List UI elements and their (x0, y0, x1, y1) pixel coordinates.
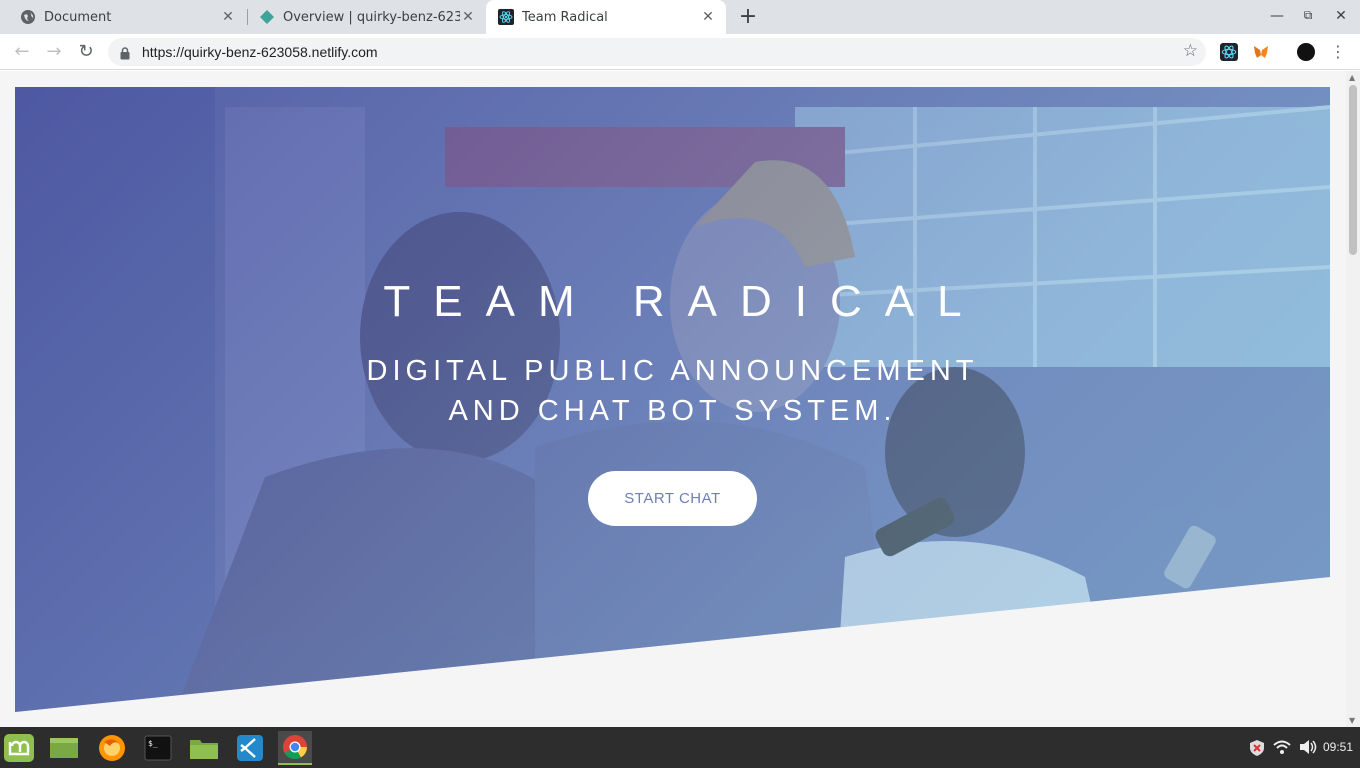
scroll-thumb[interactable] (1349, 85, 1357, 255)
scroll-down-arrow-icon[interactable]: ▼ (1349, 716, 1355, 725)
bookmark-star-icon[interactable]: ☆ (1183, 41, 1198, 61)
close-icon[interactable]: ✕ (460, 9, 476, 25)
hero-subtitle-line: DIGITAL PUBLIC ANNOUNCEMENT (366, 355, 979, 387)
chrome-icon[interactable] (278, 731, 312, 765)
wifi-icon[interactable] (1273, 739, 1291, 759)
firefox-icon[interactable] (95, 731, 129, 765)
hero-subtitle: DIGITAL PUBLIC ANNOUNCEMENT AND CHAT BOT… (15, 351, 1330, 431)
lock-icon (120, 45, 130, 64)
hero-banner: TEAM RADICAL DIGITAL PUBLIC ANNOUNCEMENT… (15, 87, 1330, 712)
tab-document[interactable]: Document ✕ (0, 0, 246, 34)
hero-subtitle-line: AND CHAT BOT SYSTEM. (448, 395, 897, 427)
netlify-icon (259, 9, 275, 25)
tab-team-radical[interactable]: Team Radical ✕ (486, 0, 726, 34)
react-devtools-extension-icon[interactable] (1220, 43, 1238, 61)
scroll-up-arrow-icon[interactable]: ▲ (1349, 73, 1355, 82)
forward-icon[interactable]: → (43, 41, 65, 63)
tab-strip: Document ✕ Overview | quirky-benz-623058… (0, 0, 1360, 34)
volume-icon[interactable] (1299, 739, 1317, 759)
url-text: https://quirky-benz-623058.netlify.com (142, 44, 378, 60)
tab-title: Team Radical (522, 9, 608, 25)
page-viewport: TEAM RADICAL DIGITAL PUBLIC ANNOUNCEMENT… (0, 71, 1346, 727)
show-desktop-icon[interactable] (47, 731, 81, 765)
os-taskbar: $_ 09:51 (0, 727, 1360, 768)
menu-kebab-icon[interactable]: ⋮ (1327, 41, 1349, 63)
browser-toolbar: ← → ↻ https://quirky-benz-623058.netlify… (0, 34, 1360, 70)
reload-icon[interactable]: ↻ (75, 41, 97, 63)
svg-text:$_: $_ (148, 739, 158, 748)
update-manager-shield-icon[interactable] (1248, 739, 1266, 761)
system-clock[interactable]: 09:51 (1323, 740, 1353, 754)
start-chat-button[interactable]: START CHAT (588, 471, 757, 526)
hero-title: TEAM RADICAL (383, 277, 985, 326)
close-icon[interactable]: ✕ (220, 9, 236, 25)
vscode-icon[interactable] (233, 731, 267, 765)
tab-netlify-overview[interactable]: Overview | quirky-benz-623058 ✕ (239, 0, 486, 34)
close-icon[interactable]: ✕ (700, 9, 716, 25)
address-bar[interactable]: https://quirky-benz-623058.netlify.com ☆ (108, 38, 1206, 66)
minimize-icon[interactable]: — (1268, 8, 1286, 24)
globe-icon (20, 9, 36, 25)
profile-avatar[interactable] (1297, 43, 1315, 61)
restore-icon[interactable]: ⧉ (1299, 8, 1317, 23)
tab-title: Document (44, 9, 112, 25)
back-icon[interactable]: ← (11, 41, 33, 63)
new-tab-button[interactable]: + (736, 5, 760, 29)
mint-menu-icon[interactable] (2, 731, 36, 765)
page-scrollbar[interactable]: ▲ ▼ (1346, 71, 1360, 727)
metamask-extension-icon[interactable] (1252, 43, 1270, 61)
window-close-icon[interactable]: ✕ (1332, 8, 1350, 24)
files-icon[interactable] (187, 731, 221, 765)
terminal-icon[interactable]: $_ (141, 731, 175, 765)
tab-title: Overview | quirky-benz-623058 (283, 9, 460, 25)
react-icon (498, 9, 514, 25)
